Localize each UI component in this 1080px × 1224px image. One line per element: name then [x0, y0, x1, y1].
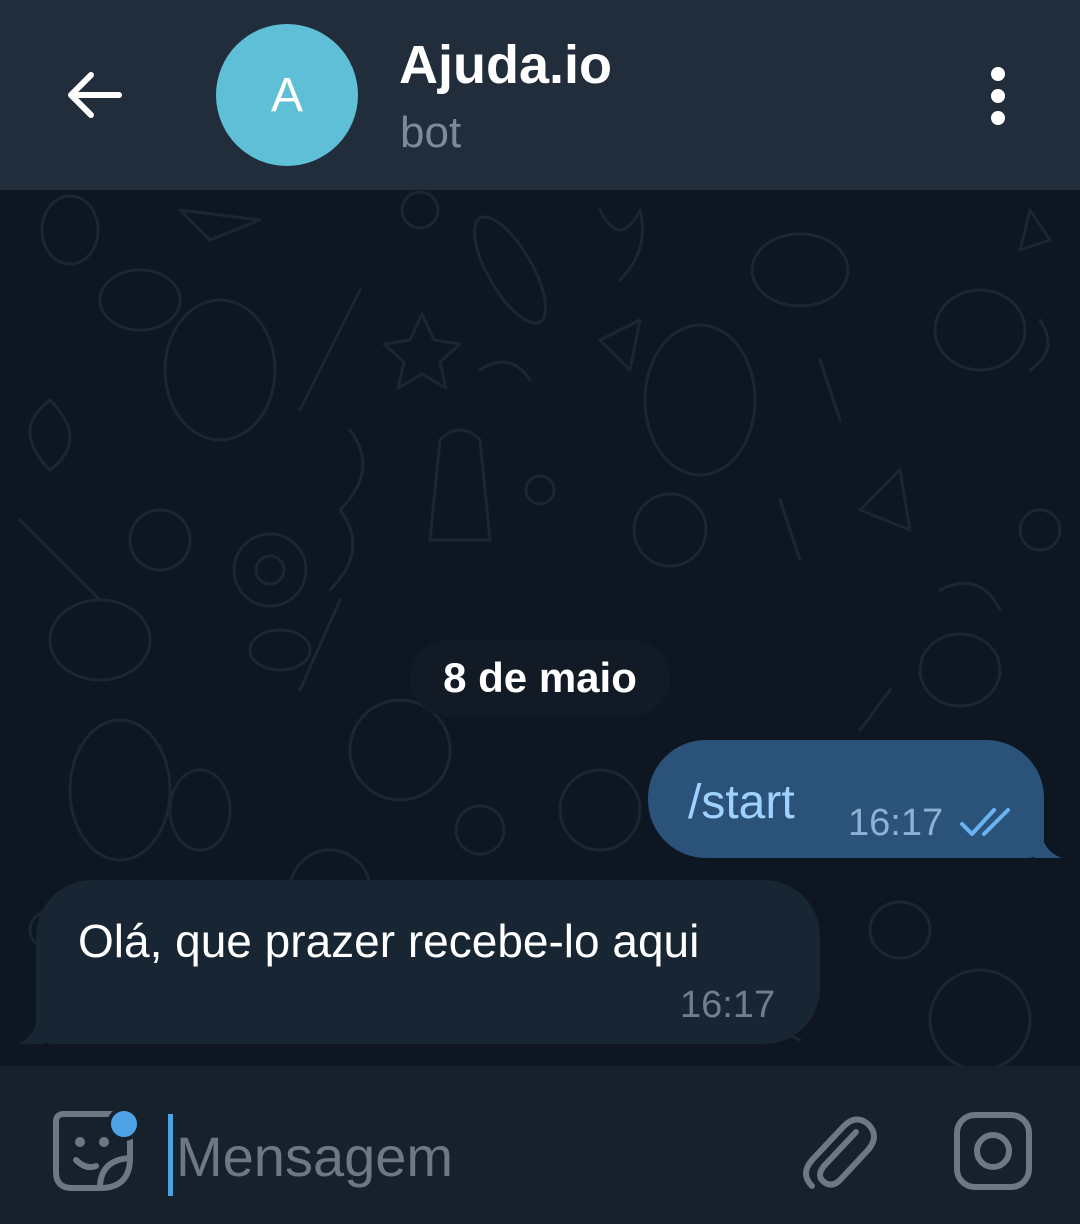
message-composer	[0, 1066, 1080, 1224]
paperclip-icon[interactable]	[798, 1110, 878, 1194]
notification-dot	[107, 1107, 141, 1141]
chat-subtitle: bot	[400, 108, 462, 157]
double-check-icon	[960, 808, 1010, 836]
more-vertical-icon	[991, 67, 1005, 125]
avatar-letter: A	[270, 68, 303, 122]
bubble-tail	[1030, 830, 1062, 858]
message-list[interactable]: 8 de maio /start 16:17 Olá, que prazer r…	[0, 190, 1080, 1066]
more-menu-button[interactable]	[966, 60, 1030, 132]
bubble-tail	[18, 1016, 48, 1044]
outgoing-message-text: /start	[688, 776, 795, 829]
avatar[interactable]: A	[216, 24, 358, 166]
date-separator: 8 de maio	[410, 640, 670, 716]
outgoing-message-time: 16:17	[848, 802, 944, 844]
chat-title[interactable]: Ajuda.io	[399, 34, 612, 96]
text-cursor	[168, 1114, 173, 1196]
incoming-message-time: 16:17	[680, 984, 776, 1026]
arrow-left-icon	[68, 72, 122, 118]
camera-icon[interactable]	[952, 1110, 1034, 1192]
back-button[interactable]	[48, 50, 138, 140]
telegram-chat-screen: A Ajuda.io bot 8 de maio /start 16:17 Ol…	[0, 0, 1080, 1224]
incoming-message-text: Olá, que prazer recebe-lo aqui	[78, 915, 700, 967]
message-input[interactable]	[176, 1110, 766, 1202]
chat-header: A Ajuda.io bot	[0, 0, 1080, 190]
